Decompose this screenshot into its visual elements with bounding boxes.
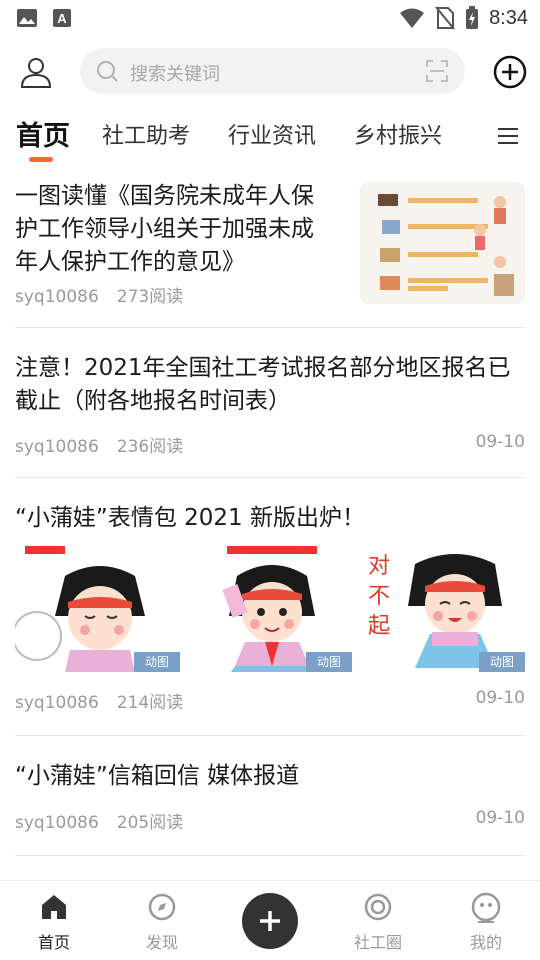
battery-charging-icon [466,6,479,29]
article-date: 09-10 [475,808,525,828]
article-reads: 273阅读 [116,287,184,307]
scan-icon[interactable] [425,59,449,83]
sticker-image: 动图 [187,546,352,672]
divider [15,327,525,328]
article-title: “小蒲娃”信箱回信 媒体报道 [15,763,300,789]
tab-exam[interactable]: 社工助考 [102,118,190,150]
bottom-nav: 首页 发现 社工圈 我的 [0,880,540,960]
article-item[interactable]: “小蒲娃”信箱回信 媒体报道 syq10086 205阅读 09-10 [15,760,525,840]
profile-icon [471,892,501,923]
search-bar[interactable]: 搜索关键词 [80,48,465,94]
gif-badge: 动图 [306,652,352,672]
article-reads: 205阅读 [116,813,184,833]
gif-badge: 动图 [479,652,525,672]
search-input[interactable]: 搜索关键词 [130,60,220,86]
nav-label: 首页 [37,933,70,952]
plus-icon [260,911,280,931]
article-meta: syq10086 236阅读 [15,432,183,457]
article-meta: syq10086 273阅读 [15,282,183,307]
svg-text:A: A [57,11,67,26]
article-date: 09-10 [475,432,525,452]
article-title: 一图读懂《国务院未成年人保护工作领导小组关于加强未成年人保护工作的意见》 [15,183,314,275]
nav-circle[interactable]: 社工圈 [338,891,418,953]
nav-profile[interactable]: 我的 [446,891,526,953]
article-thumbnail [360,182,525,304]
active-tab-indicator [29,157,53,162]
menu-icon[interactable] [496,124,520,148]
user-icon[interactable] [18,54,54,90]
nav-label: 我的 [469,933,502,952]
nav-label: 发现 [145,933,178,952]
article-reads: 236阅读 [116,437,184,457]
nav-home[interactable]: 首页 [14,891,94,953]
gallery-icon [17,9,37,27]
gif-badge: 动图 [134,652,180,672]
tab-rural[interactable]: 乡村振兴 [354,118,442,150]
article-author: syq10086 [15,693,99,713]
article-meta: syq10086 214阅读 [15,688,183,713]
sticker-image: 对 不 起 动图 [360,546,525,672]
article-reads: 214阅读 [116,693,184,713]
divider [15,735,525,736]
discover-icon [148,893,176,921]
status-bar: A 8:34 [0,0,540,36]
article-item[interactable]: 一图读懂《国务院未成年人保护工作领导小组关于加强未成年人保护工作的意见》 syq… [15,180,525,316]
tab-news[interactable]: 行业资讯 [228,118,316,150]
article-author: syq10086 [15,287,99,307]
search-icon [97,61,118,82]
nav-discover[interactable]: 发现 [122,891,202,953]
no-sim-icon [435,6,455,30]
article-item[interactable]: “小蒲娃”表情包 2021 新版出炉！ 动图 动图 对 不 起 动图 syq10… [15,502,525,713]
font-icon: A [53,9,71,27]
article-title: “小蒲娃”表情包 2021 新版出炉！ [15,505,365,531]
nav-label: 社工圈 [353,933,402,952]
divider [15,855,525,856]
home-icon [42,895,66,919]
article-meta: syq10086 205阅读 [15,808,183,833]
divider [15,477,525,478]
infographic-image [360,182,525,304]
article-title: 注意！2021年全国社工考试报名部分地区报名已截止（附各地报名时间表） [15,355,511,414]
article-item[interactable]: 注意！2021年全国社工考试报名部分地区报名已截止（附各地报名时间表） syq1… [15,352,525,462]
add-circle-icon[interactable] [492,54,528,90]
circle-icon [364,893,392,921]
clock: 8:34 [489,6,528,29]
article-author: syq10086 [15,813,99,833]
article-date: 09-10 [475,688,525,708]
publish-button[interactable] [242,893,298,949]
sticker-caption: 对 不 起 [368,554,391,639]
article-author: syq10086 [15,437,99,457]
category-tabs: 首页 社工助考 行业资讯 乡村振兴 [0,112,540,164]
wifi-icon [400,8,425,28]
tab-home[interactable]: 首页 [16,114,70,153]
sticker-image: 动图 [15,546,180,672]
top-bar: 搜索关键词 [0,44,540,100]
